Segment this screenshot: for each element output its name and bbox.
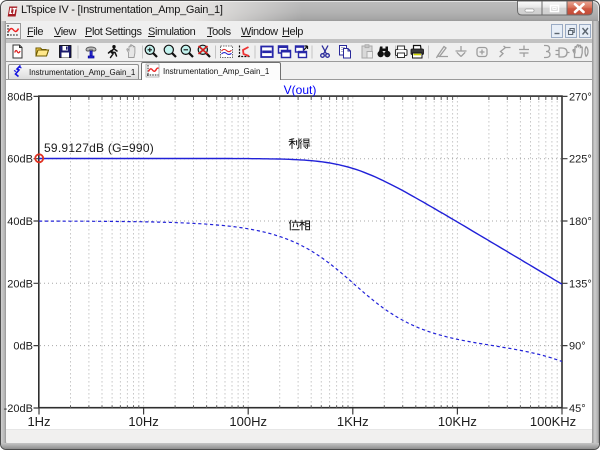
svg-text:V(out): V(out) (284, 83, 317, 97)
svg-text:100Hz: 100Hz (229, 414, 267, 429)
svg-text:225°: 225° (569, 154, 592, 166)
svg-text:59.9127dB (G=990): 59.9127dB (G=990) (44, 141, 154, 155)
svg-text:1Hz: 1Hz (27, 414, 50, 429)
svg-text:10KHz: 10KHz (438, 414, 477, 429)
svg-text:270°: 270° (569, 91, 592, 103)
svg-text:1KHz: 1KHz (337, 414, 369, 429)
svg-text:80dB: 80dB (7, 91, 33, 103)
svg-text:10Hz: 10Hz (128, 414, 158, 429)
svg-text:0dB: 0dB (13, 341, 33, 353)
svg-text:180°: 180° (569, 216, 592, 228)
svg-text:40dB: 40dB (7, 216, 33, 228)
svg-text:20dB: 20dB (7, 278, 33, 290)
svg-text:135°: 135° (569, 278, 592, 290)
svg-text:90°: 90° (569, 341, 586, 353)
svg-text:100KHz: 100KHz (530, 414, 576, 429)
svg-text:60dB: 60dB (7, 154, 33, 166)
